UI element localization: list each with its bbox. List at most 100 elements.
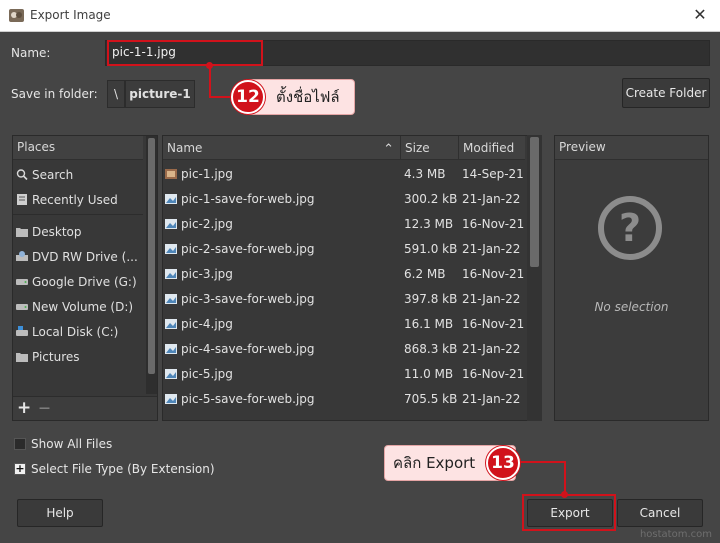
file-size: 300.2 kB — [404, 192, 458, 206]
show-all-files-checkbox[interactable] — [14, 438, 26, 450]
place-new-volume[interactable]: New Volume (D:) — [15, 296, 133, 318]
place-pictures[interactable]: Pictures — [15, 346, 80, 368]
file-modified: 16-Nov-21 — [462, 317, 525, 331]
file-modified: 16-Nov-21 — [462, 267, 525, 281]
add-place-button[interactable]: + — [17, 398, 31, 418]
file-row[interactable]: pic-3-save-for-web.jpg 397.8 kB 21-Jan-2… — [163, 287, 525, 312]
file-size: 868.3 kB — [404, 342, 458, 356]
file-row[interactable]: pic-4.jpg 16.1 MB 16-Nov-21 — [163, 312, 525, 337]
sort-ascending-icon: ⌃ — [383, 142, 394, 157]
place-local-disk[interactable]: Local Disk (C:) — [15, 321, 118, 343]
places-toolbar: + — — [13, 396, 157, 420]
place-google-drive[interactable]: Google Drive (G:) — [15, 271, 137, 293]
place-label: Local Disk (C:) — [32, 325, 119, 339]
file-name: pic-4.jpg — [181, 317, 233, 331]
file-modified: 21-Jan-22 — [462, 292, 521, 306]
file-modified: 16-Nov-21 — [462, 367, 525, 381]
file-name: pic-5.jpg — [181, 367, 233, 381]
file-size: 16.1 MB — [404, 317, 454, 331]
preview-header: Preview — [555, 136, 708, 160]
file-name: pic-3-save-for-web.jpg — [181, 292, 315, 306]
select-file-type-label[interactable]: Select File Type (By Extension) — [31, 462, 215, 476]
column-size-header[interactable]: Size — [401, 136, 459, 160]
place-desktop[interactable]: Desktop — [15, 221, 82, 243]
search-icon — [16, 169, 28, 180]
file-name: pic-3.jpg — [181, 267, 233, 281]
name-label: Name: — [11, 46, 51, 60]
place-label: Search — [32, 168, 74, 182]
file-row[interactable]: pic-2-save-for-web.jpg 591.0 kB 21-Jan-2… — [163, 237, 525, 262]
places-header[interactable]: Places — [13, 136, 143, 160]
file-list-panel: Name ⌃ Size Modified pic-1.jpg 4.3 MB 14… — [162, 135, 542, 421]
file-size: 705.5 kB — [404, 392, 458, 406]
callout-13-badge: 13 — [486, 446, 520, 480]
place-search[interactable]: Search — [15, 164, 73, 186]
optical-drive-icon — [16, 251, 28, 261]
places-panel: Places Search Recently Used Desktop DVD … — [12, 135, 158, 421]
show-all-files-label[interactable]: Show All Files — [31, 437, 112, 451]
place-recently-used[interactable]: Recently Used — [15, 189, 118, 211]
image-file-icon — [165, 369, 177, 379]
places-scrollbar[interactable] — [146, 136, 157, 394]
path-folder-button[interactable]: picture-1 — [125, 80, 195, 108]
question-mark-icon: ? — [598, 196, 662, 260]
file-size: 12.3 MB — [404, 217, 454, 231]
help-button[interactable]: Help — [17, 499, 103, 527]
remove-place-button[interactable]: — — [39, 401, 50, 414]
path-root-button[interactable]: \ — [107, 80, 125, 108]
place-label: Desktop — [32, 225, 82, 239]
image-file-icon — [165, 319, 177, 329]
image-file-icon — [165, 244, 177, 254]
file-size: 11.0 MB — [404, 367, 454, 381]
image-file-icon — [165, 344, 177, 354]
file-name: pic-2-save-for-web.jpg — [181, 242, 315, 256]
file-name: pic-4-save-for-web.jpg — [181, 342, 315, 356]
file-row[interactable]: pic-3.jpg 6.2 MB 16-Nov-21 — [163, 262, 525, 287]
export-highlight — [522, 494, 616, 531]
select-file-type-expander[interactable]: + — [14, 463, 26, 475]
file-modified: 21-Jan-22 — [462, 392, 521, 406]
file-modified: 21-Jan-22 — [462, 242, 521, 256]
place-label: Recently Used — [32, 193, 118, 207]
column-modified-header[interactable]: Modified — [459, 136, 525, 160]
callout-12-connector — [209, 66, 211, 97]
file-row[interactable]: pic-4-save-for-web.jpg 868.3 kB 21-Jan-2… — [163, 337, 525, 362]
file-list-scroll-thumb[interactable] — [530, 137, 539, 267]
drive-icon — [16, 279, 28, 285]
folder-icon — [16, 228, 28, 237]
file-size: 591.0 kB — [404, 242, 458, 256]
create-folder-button[interactable]: Create Folder — [622, 78, 710, 108]
places-scroll-thumb[interactable] — [148, 138, 155, 374]
file-modified: 21-Jan-22 — [462, 342, 521, 356]
image-file-icon — [165, 269, 177, 279]
callout-13-text: คลิก Export — [393, 454, 476, 472]
place-label: Google Drive (G:) — [32, 275, 137, 289]
image-file-icon — [165, 219, 177, 229]
cancel-button[interactable]: Cancel — [617, 499, 703, 527]
image-file-icon — [165, 194, 177, 204]
watermark: hostatom.com — [639, 529, 712, 540]
callout-12-text: ตั้งชื่อไฟล์ — [276, 88, 340, 106]
place-label: DVD RW Drive (... — [32, 250, 138, 264]
column-name-label: Name — [167, 141, 203, 155]
folder-icon — [16, 353, 28, 362]
callout-13-connector — [564, 461, 566, 494]
file-row[interactable]: pic-5.jpg 11.0 MB 16-Nov-21 — [163, 362, 525, 387]
file-name: pic-1.jpg — [181, 167, 233, 181]
filename-highlight — [107, 40, 263, 66]
file-size: 6.2 MB — [404, 267, 446, 281]
file-name: pic-2.jpg — [181, 217, 233, 231]
save-in-folder-label: Save in folder: — [11, 87, 98, 101]
callout-13-connector — [520, 461, 566, 463]
close-icon[interactable]: ✕ — [690, 5, 710, 25]
file-row[interactable]: pic-1-save-for-web.jpg 300.2 kB 21-Jan-2… — [163, 187, 525, 212]
places-divider — [13, 214, 143, 215]
file-row[interactable]: pic-1.jpg 4.3 MB 14-Sep-21 — [163, 162, 525, 187]
file-row[interactable]: pic-5-save-for-web.jpg 705.5 kB 21-Jan-2… — [163, 387, 525, 412]
column-name-header[interactable]: Name ⌃ — [163, 136, 401, 160]
window-title: Export Image — [30, 8, 111, 22]
place-dvd-drive[interactable]: DVD RW Drive (... — [15, 246, 138, 268]
file-modified: 21-Jan-22 — [462, 192, 521, 206]
file-list-scrollbar[interactable] — [527, 135, 542, 421]
file-row[interactable]: pic-2.jpg 12.3 MB 16-Nov-21 — [163, 212, 525, 237]
